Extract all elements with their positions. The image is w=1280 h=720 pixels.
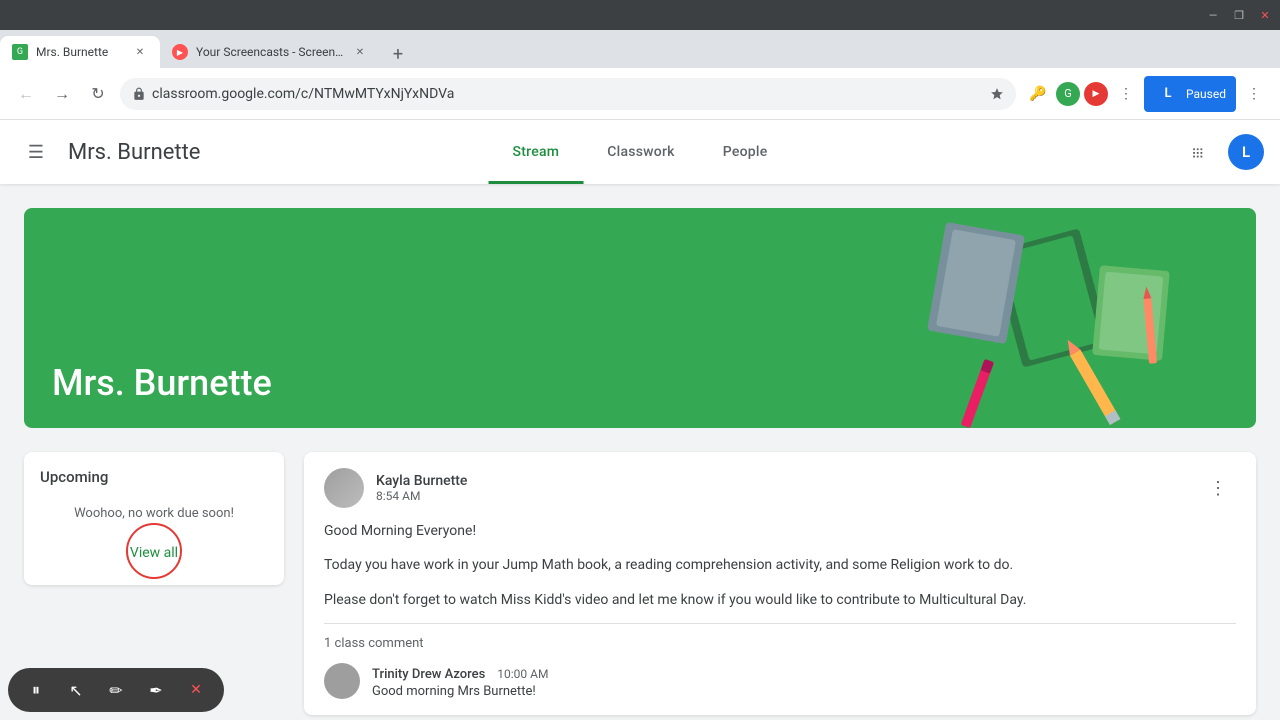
banner-art [806,208,1256,428]
tab-bar: G Mrs. Burnette ✕ ▶ Your Screencasts - S… [0,30,1280,68]
paused-label: Paused [1186,87,1226,101]
browser-chrome: — ❐ ✕ G Mrs. Burnette ✕ ▶ Your Screencas… [0,0,1280,120]
omnibox-bar: ← → ↻ classroom.google.com/c/NTMwMTYxNjY… [0,68,1280,120]
banner-title: Mrs. Burnette [52,362,272,404]
tab-stream[interactable]: Stream [489,120,584,184]
stop-recording-button[interactable]: ✕ [180,674,212,706]
post-card: Kayla Burnette 8:54 AM ⋮ Good Morning Ev… [304,452,1256,715]
tab-people[interactable]: People [699,120,792,184]
cursor-tool-button[interactable]: ↖ [60,674,92,706]
toolbar-icons: 🔑 G ▶ ⋮ L Paused ⋮ [1024,76,1268,112]
reload-button[interactable]: ↻ [84,80,112,108]
class-title: Mrs. Burnette [68,140,200,165]
star-icon[interactable] [990,87,1004,101]
post-text-2: Please don't forget to watch Miss Kidd's… [324,589,1236,611]
highlight-tool-button[interactable]: ✒ [140,674,172,706]
post-author-avatar [324,468,364,508]
comment-author: Trinity Drew Azores [372,667,485,682]
tab-screencastify[interactable]: ▶ Your Screencasts - Screencastify ✕ [160,36,380,68]
menu-button[interactable]: ☰ [16,132,56,172]
post-menu-button[interactable]: ⋮ [1200,470,1236,506]
extensions-button[interactable]: ⋮ [1112,80,1140,108]
chrome-menu-button[interactable]: ⋮ [1240,80,1268,108]
recording-toolbar: ⏸ ↖ ✏ ✒ ✕ [8,668,224,712]
close-button[interactable]: ✕ [1258,8,1272,22]
pause-recording-button[interactable]: ⏸ [20,674,52,706]
key-icon[interactable]: 🔑 [1024,80,1052,108]
tab-classwork[interactable]: Classwork [583,120,699,184]
view-all-link[interactable]: View all [40,545,268,561]
address-bar[interactable]: classroom.google.com/c/NTMwMTYxNjYxNDVa [120,78,1016,110]
comment-text: Good morning Mrs Burnette! [372,684,548,699]
post-greeting: Good Morning Everyone! [324,520,1236,542]
tab-label-2: Your Screencasts - Screencastify [196,45,344,59]
minimize-button[interactable]: — [1206,8,1220,22]
comment-section: 1 class comment Trinity Drew Azores 10:0… [324,623,1236,699]
upcoming-empty-message: Woohoo, no work due soon! [40,498,268,537]
page-content: ☰ Mrs. Burnette Stream Classwork People … [0,120,1280,720]
tab-favicon-1: G [12,44,28,60]
lock-icon [132,87,146,101]
avatar-image [324,468,364,508]
comment-content: Trinity Drew Azores 10:00 AM Good mornin… [372,663,548,699]
tab-close-2[interactable]: ✕ [352,44,368,60]
top-app-bar: ☰ Mrs. Burnette Stream Classwork People … [0,120,1280,184]
window-controls: — ❐ ✕ [1206,8,1272,22]
back-button[interactable]: ← [12,80,40,108]
post-body: Good Morning Everyone! Today you have wo… [324,520,1236,611]
post-author-info: Kayla Burnette 8:54 AM [376,473,467,503]
app-bar-right: L [1180,132,1264,172]
upcoming-title: Upcoming [40,468,268,486]
maximize-button[interactable]: ❐ [1232,8,1246,22]
tab-mrs-burnette[interactable]: G Mrs. Burnette ✕ [0,36,160,68]
user-avatar-chrome: L [1154,80,1182,108]
nav-tabs: Stream Classwork People [489,120,792,184]
user-avatar[interactable]: L [1228,134,1264,170]
tab-close-1[interactable]: ✕ [132,44,148,60]
post-author-name: Kayla Burnette [376,473,467,489]
upcoming-card: Upcoming Woohoo, no work due soon! View … [24,452,284,585]
extension-icon-red[interactable]: ▶ [1084,82,1108,106]
pen-tool-button[interactable]: ✏ [100,674,132,706]
right-column: Kayla Burnette 8:54 AM ⋮ Good Morning Ev… [304,452,1256,720]
comment-time: 10:00 AM [497,667,548,681]
comment-item: Trinity Drew Azores 10:00 AM Good mornin… [324,663,1236,699]
tab-label-1: Mrs. Burnette [36,45,124,59]
comment-avatar [324,663,360,699]
new-tab-button[interactable]: + [384,40,412,68]
post-time: 8:54 AM [376,489,467,503]
paused-badge[interactable]: L Paused [1144,76,1236,112]
forward-button[interactable]: → [48,80,76,108]
main-content: Mrs. Burnette [0,184,1280,720]
apps-button[interactable] [1180,132,1220,172]
url-text: classroom.google.com/c/NTMwMTYxNjYxNDVa [152,86,984,102]
post-header: Kayla Burnette 8:54 AM ⋮ [324,468,1236,508]
comment-meta: Trinity Drew Azores 10:00 AM [372,663,548,682]
comment-count: 1 class comment [324,636,1236,651]
post-text-1: Today you have work in your Jump Math bo… [324,554,1236,576]
class-banner: Mrs. Burnette [24,208,1256,428]
title-bar: — ❐ ✕ [0,0,1280,30]
google-account-icon[interactable]: G [1056,82,1080,106]
tab-favicon-2: ▶ [172,44,188,60]
